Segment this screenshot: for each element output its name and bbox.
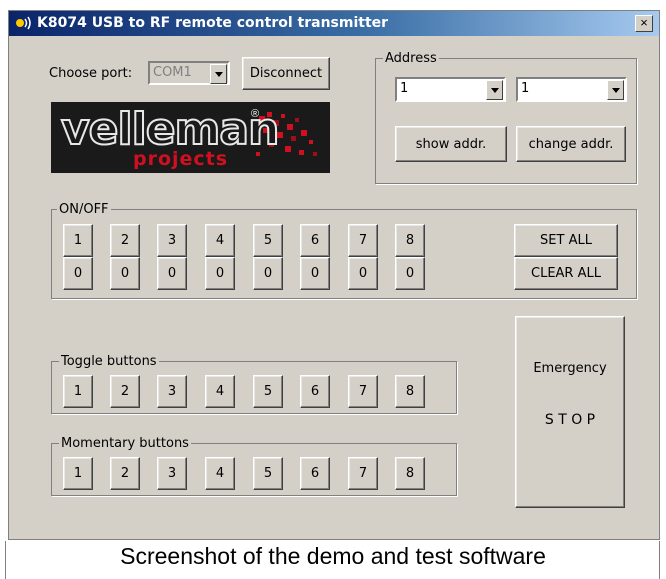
toggle-button-1[interactable]: 1 — [63, 375, 93, 408]
toggle-button-4[interactable]: 4 — [205, 375, 235, 408]
address-group-label: Address — [383, 51, 439, 66]
address-select-2[interactable]: 1 — [516, 77, 627, 102]
on-button-1[interactable]: 1 — [63, 224, 93, 257]
stop-label: S T O P — [544, 412, 596, 428]
app-icon — [16, 16, 31, 30]
set-all-button[interactable]: SET ALL — [514, 224, 618, 257]
emergency-label: Emergency — [533, 361, 607, 376]
toggle-button-6[interactable]: 6 — [300, 375, 330, 408]
clear-all-button[interactable]: CLEAR ALL — [514, 257, 618, 290]
on-button-3[interactable]: 3 — [157, 224, 187, 257]
address-select-1-value: 1 — [400, 81, 409, 96]
toggle-button-8[interactable]: 8 — [395, 375, 425, 408]
logo-registered: ® — [251, 108, 260, 120]
choose-port-label: Choose port: — [49, 66, 133, 81]
momentary-group-label: Momentary buttons — [59, 436, 191, 451]
figure-caption: Screenshot of the demo and test software — [120, 543, 546, 569]
title-bar: K8074 USB to RF remote control transmitt… — [9, 11, 659, 36]
off-button-1[interactable]: 0 — [63, 257, 93, 290]
velleman-logo: velleman ® projects — [51, 102, 330, 173]
momentary-button-3[interactable]: 3 — [157, 457, 187, 490]
port-select-value: COM1 — [153, 65, 192, 80]
logo-subtitle: projects — [133, 148, 229, 170]
disconnect-button[interactable]: Disconnect — [242, 57, 330, 90]
on-button-5[interactable]: 5 — [253, 224, 283, 257]
chevron-down-icon[interactable] — [607, 80, 624, 100]
close-button[interactable]: × — [635, 15, 653, 32]
app-window: K8074 USB to RF remote control transmitt… — [8, 10, 660, 540]
off-button-7[interactable]: 0 — [348, 257, 378, 290]
momentary-button-4[interactable]: 4 — [205, 457, 235, 490]
momentary-button-2[interactable]: 2 — [110, 457, 140, 490]
on-button-7[interactable]: 7 — [348, 224, 378, 257]
toggle-button-2[interactable]: 2 — [110, 375, 140, 408]
port-select[interactable]: COM1 — [148, 61, 230, 85]
momentary-button-7[interactable]: 7 — [348, 457, 378, 490]
address-select-1[interactable]: 1 — [395, 77, 506, 102]
on-button-4[interactable]: 4 — [205, 224, 235, 257]
off-button-4[interactable]: 0 — [205, 257, 235, 290]
chevron-down-icon[interactable] — [486, 80, 503, 100]
off-button-3[interactable]: 0 — [157, 257, 187, 290]
emergency-stop-button[interactable]: Emergency S T O P — [515, 316, 625, 508]
toggle-button-7[interactable]: 7 — [348, 375, 378, 408]
chevron-down-icon[interactable] — [210, 64, 227, 84]
onoff-group-label: ON/OFF — [57, 202, 111, 217]
off-button-2[interactable]: 0 — [110, 257, 140, 290]
address-select-2-value: 1 — [521, 81, 530, 96]
off-button-5[interactable]: 0 — [253, 257, 283, 290]
off-button-8[interactable]: 0 — [395, 257, 425, 290]
on-button-8[interactable]: 8 — [395, 224, 425, 257]
toggle-button-3[interactable]: 3 — [157, 375, 187, 408]
show-address-button[interactable]: show addr. — [395, 126, 507, 162]
toggle-button-5[interactable]: 5 — [253, 375, 283, 408]
off-button-6[interactable]: 0 — [300, 257, 330, 290]
on-button-6[interactable]: 6 — [300, 224, 330, 257]
toggle-group-label: Toggle buttons — [59, 354, 159, 369]
change-address-button[interactable]: change addr. — [516, 126, 626, 162]
window-title: K8074 USB to RF remote control transmitt… — [37, 15, 389, 31]
momentary-button-8[interactable]: 8 — [395, 457, 425, 490]
momentary-button-1[interactable]: 1 — [63, 457, 93, 490]
on-button-2[interactable]: 2 — [110, 224, 140, 257]
momentary-button-5[interactable]: 5 — [253, 457, 283, 490]
close-icon: × — [640, 15, 648, 30]
momentary-button-6[interactable]: 6 — [300, 457, 330, 490]
